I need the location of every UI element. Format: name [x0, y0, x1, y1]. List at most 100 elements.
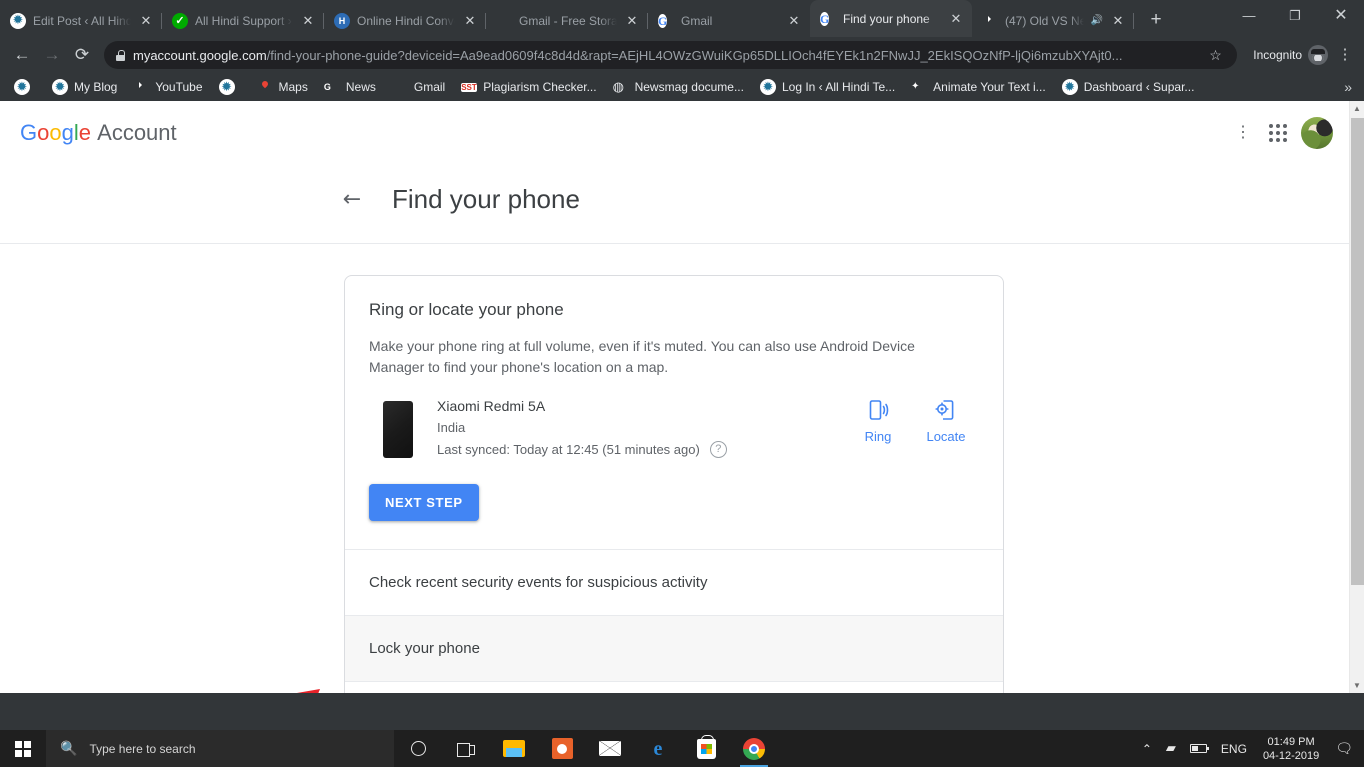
card-row-lock-your-phone[interactable]: Lock your phone [345, 615, 1003, 681]
tab-close-icon[interactable]: ✕ [300, 13, 316, 29]
wordpress-icon: ✹ [52, 79, 68, 95]
cortana-icon [410, 741, 426, 756]
bookmark-item[interactable]: ✹ [6, 76, 44, 98]
task-view-button[interactable] [442, 730, 490, 767]
tab-close-icon[interactable]: ✕ [462, 13, 478, 29]
locate-button[interactable]: Locate [923, 398, 969, 444]
avatar[interactable] [1301, 117, 1333, 149]
apps-grid-icon[interactable] [1269, 124, 1287, 142]
wordpress-icon: ✹ [10, 12, 26, 29]
media-app-button[interactable] [538, 730, 586, 767]
bookmark-item-plagiarism-checker[interactable]: SST Plagiarism Checker... [453, 76, 604, 98]
action-center-icon: 🗨 [1335, 740, 1353, 756]
tab-close-icon[interactable]: ✕ [786, 13, 802, 29]
bookmark-item-maps[interactable]: Maps [249, 76, 316, 98]
card-top-section: Ring or locate your phone Make your phon… [345, 276, 1003, 549]
help-icon[interactable]: ? [709, 441, 727, 458]
bookmark-label: Log In ‹ All Hindi Te... [781, 80, 896, 94]
browser-tab-0[interactable]: ✹ Edit Post ‹ All Hindi Support ✕ [0, 4, 162, 37]
bookmark-item-animate-text[interactable]: Animate Your Text i... [903, 76, 1054, 98]
new-tab-button[interactable]: + [1142, 6, 1170, 34]
incognito-icon [1308, 45, 1328, 65]
browser-tab-1[interactable]: ✓ All Hindi Support › ✕ [162, 4, 324, 37]
tray-expand-button[interactable]: ⌃ [1135, 730, 1159, 767]
card-title: Ring or locate your phone [369, 300, 564, 319]
chrome-button[interactable] [730, 730, 778, 767]
bookmark-item-dashboard[interactable]: ✹ Dashboard ‹ Supar... [1054, 76, 1203, 98]
logo-word: Account [97, 120, 177, 145]
bookmark-label: Maps [278, 80, 308, 94]
bookmarks-overflow-button[interactable]: » [1338, 76, 1358, 98]
scroll-down-arrow-icon[interactable]: ▼ [1350, 678, 1364, 693]
tab-close-icon[interactable]: ✕ [948, 11, 964, 27]
page-title: Find your phone [392, 183, 580, 214]
file-explorer-button[interactable] [490, 730, 538, 767]
close-window-button[interactable]: ✕ [1318, 0, 1364, 32]
browser-tab-2[interactable]: H Online Hindi Conve ✕ [324, 4, 486, 37]
logo-letter: o [37, 120, 50, 145]
ring-button[interactable]: Ring [855, 398, 901, 444]
network-button[interactable]: ▰ [1159, 730, 1183, 767]
browser-tab-3[interactable]: Gmail - Free Storag ✕ [486, 4, 648, 37]
back-arrow-icon[interactable]: ← [340, 187, 364, 212]
browser-tab-5-active[interactable]: G Find your phone ✕ [810, 0, 972, 37]
tab-audio-icon[interactable]: 🔊 [1091, 15, 1103, 26]
tab-title: Gmail [681, 13, 713, 28]
gmail-icon [496, 13, 512, 29]
edge-button[interactable]: e [634, 730, 682, 767]
back-button[interactable]: ← [8, 41, 36, 69]
page-scrollbar[interactable]: ▲ ▼ [1349, 101, 1364, 693]
wordpress-icon: ✹ [759, 79, 776, 95]
bookmark-label: Dashboard ‹ Supar... [1083, 80, 1195, 94]
logo-letter: g [61, 120, 74, 145]
battery-button[interactable] [1183, 730, 1214, 767]
chrome-menu-button[interactable]: ⋮ [1334, 41, 1356, 69]
clock[interactable]: 01:49 PM 04-12-2019 [1254, 730, 1328, 767]
next-step-button[interactable]: NEXT STEP [369, 484, 479, 521]
microsoft-store-button[interactable] [682, 730, 730, 767]
windows-taskbar: 🔍 Type here to search e ⌃ ▰ ENG 01:49 PM… [0, 730, 1364, 767]
bookmark-item-news[interactable]: News [316, 76, 384, 98]
last-synced-text: Last synced: Today at 12:45 (51 minutes … [437, 442, 700, 457]
bookmark-star-icon[interactable]: ☆ [1209, 47, 1225, 64]
ring-label: Ring [864, 429, 892, 444]
tab-title: Edit Post ‹ All Hindi Support [33, 13, 131, 28]
tab-close-icon[interactable]: ✕ [1110, 13, 1126, 29]
scrollbar-thumb[interactable] [1351, 118, 1364, 585]
header-menu-button[interactable]: ⋮ [1231, 121, 1255, 145]
bookmark-item[interactable]: ✹ [211, 76, 249, 98]
tab-close-icon[interactable]: ✕ [138, 13, 154, 29]
card-row-try-calling[interactable]: Try calling your phone [345, 681, 1003, 693]
incognito-label: Incognito [1253, 48, 1302, 62]
reload-button[interactable]: ⟳ [68, 41, 96, 69]
cortana-button[interactable] [394, 730, 442, 767]
bookmark-item-youtube[interactable]: YouTube [125, 76, 210, 98]
card-row-security-events[interactable]: Check recent security events for suspici… [345, 549, 1003, 615]
browser-tab-6[interactable]: (47) Old VS Ne 🔊 ✕ [972, 4, 1134, 37]
bookmark-item-gmail[interactable]: Gmail [384, 76, 453, 98]
taskbar-search-input[interactable]: 🔍 Type here to search [46, 730, 394, 767]
start-button[interactable] [0, 730, 46, 767]
bookmark-item-login[interactable]: ✹ Log In ‹ All Hindi Te... [752, 76, 903, 98]
minimize-button[interactable]: — [1226, 0, 1272, 32]
browser-tab-4[interactable]: G Gmail ✕ [648, 4, 810, 37]
tab-close-icon[interactable]: ✕ [624, 13, 640, 29]
bookmark-item-my-blog[interactable]: ✹ My Blog [44, 76, 125, 98]
battery-icon [1189, 744, 1209, 753]
google-account-logo[interactable]: Google Account [20, 120, 177, 146]
scroll-up-arrow-icon[interactable]: ▲ [1350, 101, 1364, 116]
action-center-button[interactable]: 🗨 [1328, 730, 1360, 767]
maximize-button[interactable]: ❐ [1272, 0, 1318, 32]
bookmark-item-newsmag[interactable]: ◍ Newsmag docume... [605, 76, 752, 98]
address-bar[interactable]: myaccount.google.com/find-your-phone-gui… [104, 41, 1238, 69]
logo-letter: o [49, 120, 62, 145]
logo-letter: G [20, 120, 38, 145]
language-indicator[interactable]: ENG [1214, 730, 1254, 767]
mail-button[interactable] [586, 730, 634, 767]
navigation-bar: ← → ⟳ myaccount.google.com/find-your-pho… [0, 37, 1364, 73]
incognito-indicator[interactable]: Incognito [1245, 45, 1332, 65]
page-content: Ring or locate your phone Make your phon… [0, 244, 1349, 693]
logo-letter: e [78, 120, 92, 145]
wordpress-icon: ✹ [14, 79, 30, 95]
system-tray: ⌃ ▰ ENG 01:49 PM 04-12-2019 🗨 [1135, 730, 1364, 767]
